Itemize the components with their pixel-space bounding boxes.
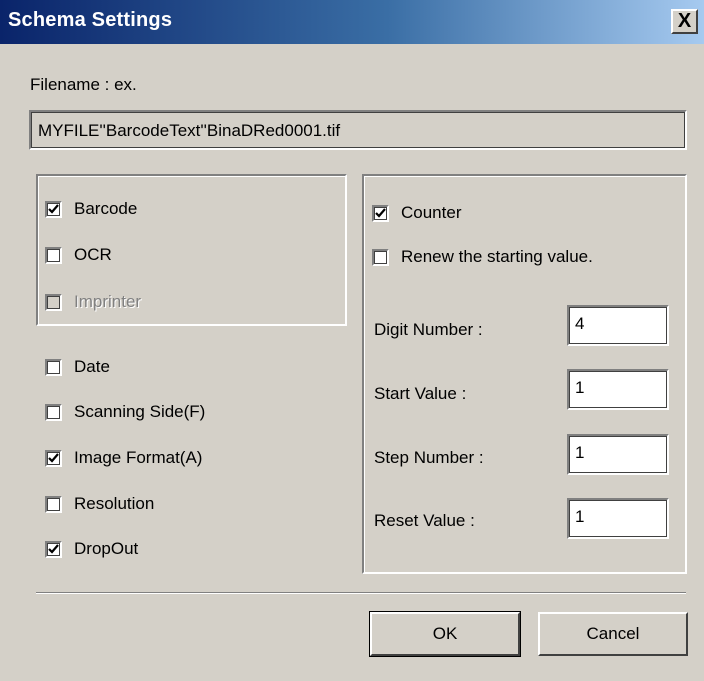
dropout-checkbox[interactable]: DropOut [45, 539, 138, 559]
digit-number-label: Digit Number : [374, 320, 483, 339]
checkbox-box [45, 200, 62, 218]
title-bar[interactable]: Schema Settings X [0, 0, 704, 44]
renew-starting-value-checkbox[interactable]: Renew the starting value. [372, 247, 593, 267]
filename-example-field: MYFILE''BarcodeText''BinaDRed0001.tif [29, 110, 687, 150]
renew-starting-value-label: Renew the starting value. [401, 247, 593, 266]
checkmark-icon [375, 207, 386, 218]
counter-checkbox[interactable]: Counter [372, 203, 461, 223]
ok-button[interactable]: OK [369, 611, 521, 657]
ocr-label: OCR [74, 245, 112, 264]
checkbox-box [45, 449, 62, 467]
imprinter-label: Imprinter [74, 292, 142, 311]
digit-number-input[interactable]: 4 [567, 305, 669, 346]
barcode-checkbox[interactable]: Barcode [45, 199, 137, 219]
scanning-side-label: Scanning Side(F) [74, 402, 206, 421]
close-icon: X [677, 10, 692, 32]
checkbox-box [45, 540, 62, 558]
step-number-label: Step Number : [374, 448, 484, 467]
scanning-side-checkbox[interactable]: Scanning Side(F) [45, 402, 205, 422]
counter-label: Counter [401, 203, 462, 222]
reset-value-label: Reset Value : [374, 511, 475, 530]
filename-label: Filename : ex. [30, 75, 137, 94]
checkmark-icon [48, 452, 59, 463]
dropout-label: DropOut [74, 539, 139, 558]
image-format-checkbox[interactable]: Image Format(A) [45, 448, 202, 468]
window-title: Schema Settings [8, 9, 173, 31]
close-button[interactable]: X [671, 9, 698, 34]
step-number-input[interactable]: 1 [567, 434, 669, 475]
barcode-label: Barcode [74, 199, 138, 218]
resolution-checkbox[interactable]: Resolution [45, 494, 154, 514]
checkbox-box [372, 248, 389, 266]
start-value-label: Start Value : [374, 384, 467, 403]
checkmark-icon [48, 543, 59, 554]
checkbox-box [45, 403, 62, 421]
date-checkbox[interactable]: Date [45, 357, 110, 377]
image-format-label: Image Format(A) [74, 448, 203, 467]
cancel-button[interactable]: Cancel [538, 612, 688, 656]
ocr-checkbox[interactable]: OCR [45, 245, 112, 265]
separator-line [36, 592, 686, 594]
date-label: Date [74, 357, 110, 376]
reset-value-input[interactable]: 1 [567, 498, 669, 539]
checkbox-box [45, 246, 62, 264]
schema-settings-dialog: Schema Settings X Filename : ex. MYFILE'… [0, 0, 704, 681]
resolution-label: Resolution [74, 494, 155, 513]
checkbox-box [45, 358, 62, 376]
checkmark-icon [48, 203, 59, 214]
imprinter-checkbox: Imprinter [45, 292, 141, 312]
checkbox-box [372, 204, 389, 222]
checkbox-box [45, 293, 62, 311]
start-value-input[interactable]: 1 [567, 369, 669, 410]
checkbox-box [45, 495, 62, 513]
